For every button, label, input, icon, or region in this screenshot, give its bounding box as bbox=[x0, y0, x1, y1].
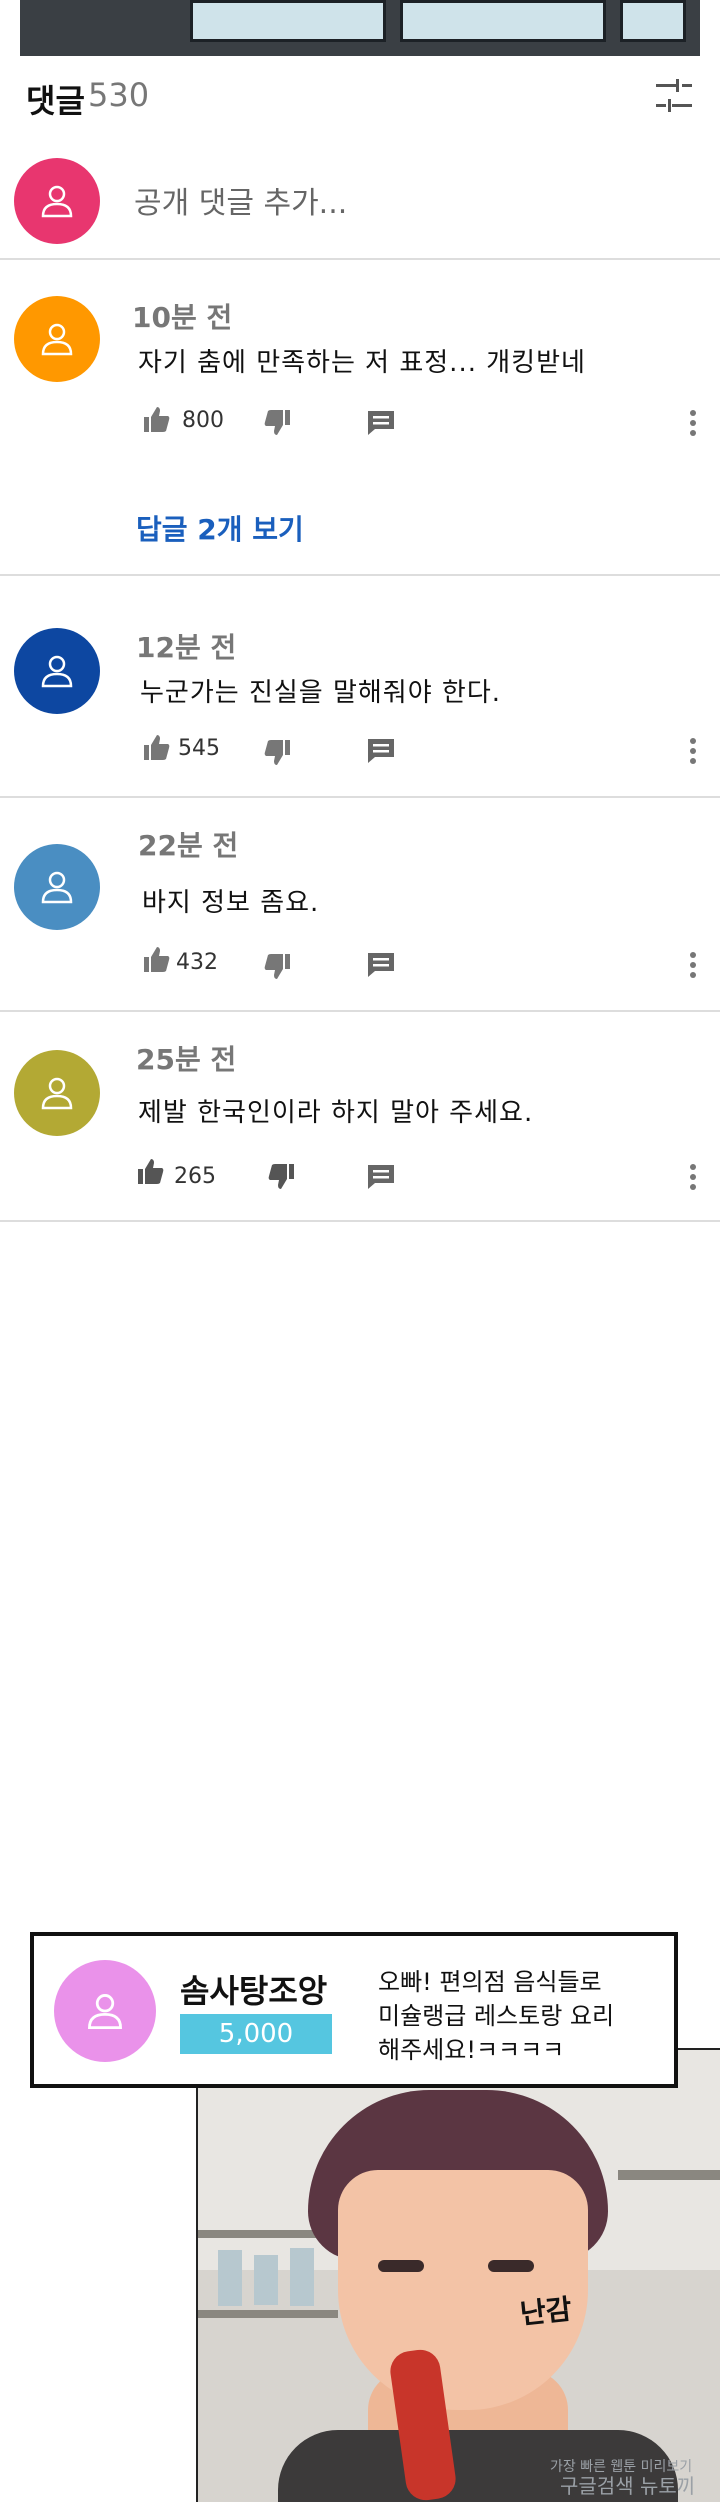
like-count: 800 bbox=[182, 408, 224, 433]
thumb-up-icon[interactable] bbox=[142, 404, 174, 436]
thumb-down-icon[interactable] bbox=[262, 952, 294, 984]
promo-message-line: 미슐랭급 레스토랑 요리 bbox=[378, 2002, 615, 2030]
user-icon bbox=[41, 185, 73, 218]
user-icon bbox=[41, 1077, 73, 1110]
add-comment-row bbox=[0, 136, 720, 260]
thumb-down-icon[interactable] bbox=[262, 738, 294, 770]
more-icon[interactable] bbox=[688, 736, 700, 768]
comic-panel-top bbox=[20, 0, 700, 56]
promo-message-line: 해주세요!ㅋㅋㅋㅋ bbox=[378, 2036, 565, 2064]
comment-item: 25분 전 제발 한국인이라 하지 말아 주세요. 265 bbox=[0, 1010, 720, 1222]
more-icon[interactable] bbox=[688, 1162, 700, 1194]
avatar bbox=[54, 1960, 156, 2062]
thumb-up-icon[interactable] bbox=[142, 732, 174, 764]
like-count: 545 bbox=[178, 736, 220, 761]
avatar bbox=[14, 628, 100, 714]
thumb-up-icon[interactable] bbox=[142, 944, 174, 976]
comment-time: 22분 전 bbox=[138, 829, 239, 862]
filter-icon[interactable] bbox=[654, 76, 694, 116]
view-replies-link[interactable]: 답글 2개 보기 bbox=[136, 508, 304, 548]
comment-item: 10분 전 자기 춤에 만족하는 저 표정... 개킹받네 800 답글 2개 … bbox=[0, 258, 720, 576]
user-icon bbox=[41, 323, 73, 356]
comments-header: 댓글 530 bbox=[0, 56, 720, 136]
comment-time: 10분 전 bbox=[132, 301, 233, 334]
reply-icon[interactable] bbox=[366, 950, 398, 982]
comments-title: 댓글 bbox=[26, 82, 85, 120]
comment-text: 바지 정보 좀요. bbox=[142, 888, 320, 918]
comment-time: 25분 전 bbox=[136, 1043, 237, 1076]
add-comment-input[interactable]: 공개 댓글 추가... bbox=[134, 178, 347, 222]
comment-text: 자기 춤에 만족하는 저 표정... 개킹받네 bbox=[138, 348, 586, 378]
comment-text: 누군가는 진실을 말해줘야 한다. bbox=[140, 678, 502, 708]
reply-icon[interactable] bbox=[366, 1162, 398, 1194]
user-icon bbox=[41, 655, 73, 688]
watermark-bottom: 구글검색 뉴토끼 bbox=[560, 2474, 696, 2498]
more-icon[interactable] bbox=[688, 408, 700, 440]
comment-text: 제발 한국인이라 하지 말아 주세요. bbox=[138, 1098, 534, 1128]
more-icon[interactable] bbox=[688, 950, 700, 982]
promo-message-line: 오빠! 편의점 음식들로 bbox=[378, 1968, 602, 1996]
like-count: 265 bbox=[174, 1164, 216, 1189]
thumb-down-icon[interactable] bbox=[266, 1162, 298, 1194]
comment-item: 12분 전 누군가는 진실을 말해줘야 한다. 545 bbox=[0, 574, 720, 798]
comment-item: 22분 전 바지 정보 좀요. 432 bbox=[0, 796, 720, 1012]
thumb-up-icon[interactable] bbox=[136, 1156, 168, 1188]
supporter-name: 솜사탕조앙 bbox=[180, 1972, 328, 2010]
user-icon bbox=[41, 871, 73, 904]
reply-icon[interactable] bbox=[366, 408, 398, 440]
like-count: 432 bbox=[176, 950, 218, 975]
comments-count: 530 bbox=[88, 76, 150, 114]
avatar bbox=[14, 844, 100, 930]
thumb-down-icon[interactable] bbox=[262, 408, 294, 440]
comic-sfx-text: 난감 bbox=[518, 2292, 574, 2331]
avatar bbox=[14, 296, 100, 382]
donation-badge: 5,000 bbox=[180, 2014, 332, 2054]
user-icon bbox=[88, 1994, 122, 2030]
reply-icon[interactable] bbox=[366, 736, 398, 768]
avatar bbox=[14, 1050, 100, 1136]
avatar bbox=[14, 158, 100, 244]
top-comic-strip bbox=[0, 0, 720, 56]
comment-time: 12분 전 bbox=[136, 631, 237, 664]
comic-panel-bottom bbox=[196, 2048, 720, 2502]
